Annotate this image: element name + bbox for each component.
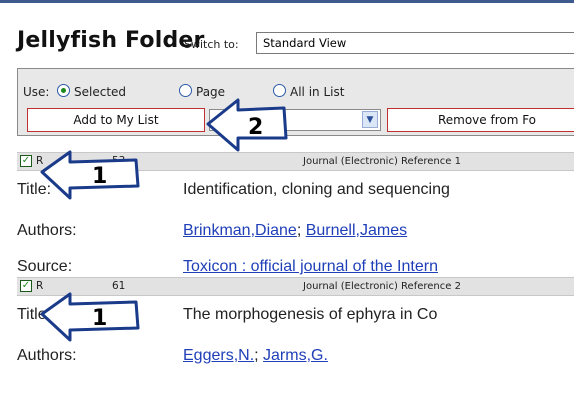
radio-selected[interactable] [57,84,70,97]
record-1-authors: Brinkman,Diane; Burnell,James [183,222,407,240]
author-separator: ; [296,222,306,239]
chevron-down-icon[interactable]: ▼ [362,111,378,128]
author-link[interactable]: Eggers,N. [183,347,254,364]
top-divider [0,0,574,3]
callout-number: 2 [248,115,263,140]
callout-arrow-2: 2 [206,98,288,152]
record-2-title: The morphogenesis of ephyra in Co [183,306,438,323]
add-to-my-list-button[interactable]: Add to My List [27,108,205,132]
record-2-type: Journal (Electronic) Reference 2 [303,281,461,292]
author-link[interactable]: Burnell,James [306,222,407,239]
source-label: Source: [17,258,73,275]
callout-number: 1 [92,164,107,189]
source-link[interactable]: Toxicon : official journal of the Intern [183,258,438,275]
record-1-source: Toxicon : official journal of the Intern [183,258,438,276]
authors-label: Authors: [17,222,77,239]
page-title: Jellyfish Folder [17,28,205,53]
remove-from-folder-button[interactable]: Remove from Fo [387,108,574,132]
callout-arrow-3: 1 [40,292,140,342]
radio-selected-label: Selected [74,85,127,99]
switch-view-label: Switch to: [184,38,239,51]
radio-all-in-list-label: All in List [290,85,345,99]
record-1-checkbox[interactable]: ✓ [20,155,32,167]
callout-number: 1 [92,306,107,331]
record-2-checkbox[interactable]: ✓ [20,280,32,292]
author-link[interactable]: Brinkman,Diane [183,222,297,239]
record-1-type: Journal (Electronic) Reference 1 [303,156,461,167]
authors-label: Authors: [17,347,77,364]
callout-arrow-1: 1 [40,150,140,200]
radio-page[interactable] [179,84,192,97]
switch-view-select[interactable]: Standard View [256,32,574,54]
record-1-title: Identification, cloning and sequencing [183,181,450,198]
record-2-authors: Eggers,N.; Jarms,G. [183,347,328,365]
use-label: Use: [23,85,50,99]
author-link[interactable]: Jarms,G. [263,347,328,364]
author-separator: ; [254,347,264,364]
